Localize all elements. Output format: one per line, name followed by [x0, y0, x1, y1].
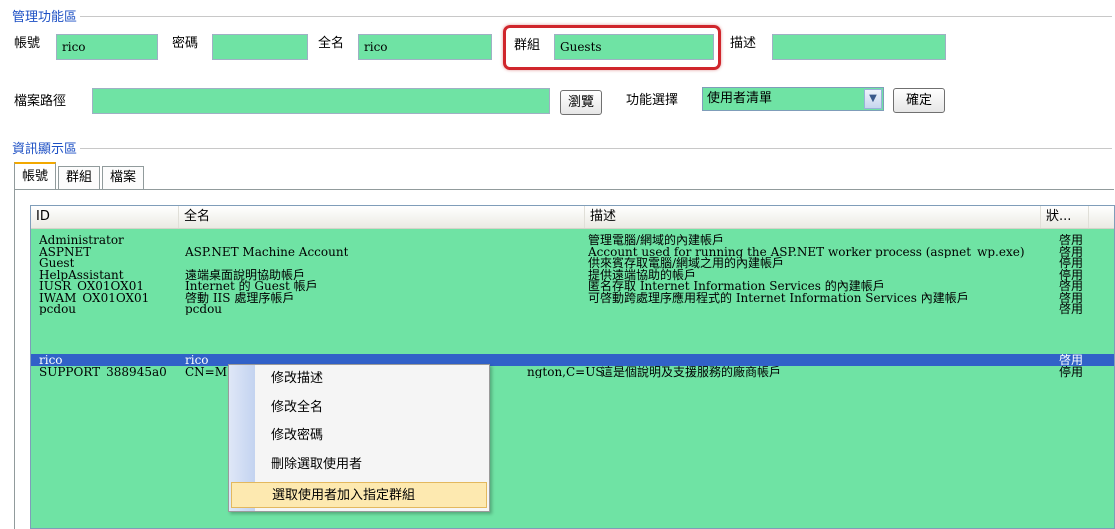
cell-fullname: 啓動 IIS 處理序帳戶	[185, 291, 295, 304]
cell-description: 這是個說明及支援服務的廠商帳戶	[601, 365, 782, 378]
table-row[interactable]: IUSR_OX01OX01 Internet 的 Guest 帳戶 匿名存取 I…	[31, 280, 1114, 292]
account-label: 帳號	[14, 36, 41, 51]
cell-id: Administrator	[39, 234, 124, 246]
admin-group-title: 管理功能區	[12, 6, 81, 25]
cell-description: 提供遠端協助的帳戶	[588, 268, 697, 281]
cell-description: 管理電腦/網域的內建帳戶	[588, 234, 725, 246]
table-row[interactable]: pcdou pcdou 啓用	[31, 303, 1114, 315]
cell-id: SUPPORT_388945a0	[39, 365, 167, 378]
table-row[interactable]: Administrator 管理電腦/網域的內建帳戶 啓用	[31, 234, 1114, 246]
cell-id: ASPNET	[39, 245, 92, 258]
cell-description: 匿名存取 Internet Information Services 的內建帳戶	[588, 280, 885, 292]
cell-id: HelpAssistant	[39, 268, 124, 281]
menu-item-edit-description[interactable]: 修改描述	[255, 366, 487, 392]
password-field[interactable]	[212, 34, 308, 60]
menu-item-delete-user[interactable]: 刪除選取使用者	[255, 452, 487, 478]
chevron-down-icon[interactable]: ▼	[864, 89, 882, 109]
cell-status: 啓用	[1059, 291, 1084, 304]
cell-status: 啓用	[1059, 234, 1084, 246]
cell-description: Account used for running the ASP.NET wor…	[588, 245, 1025, 258]
cell-description: 供來賓存取電腦/網域之用的內建帳戶	[588, 257, 785, 269]
menu-item-add-user-to-group[interactable]: 選取使用者加入指定群組	[231, 482, 487, 508]
cell-status: 啓用	[1059, 280, 1084, 292]
table-row[interactable]: SUPPORT_388945a0 CN=M ngton,C=US 這是個說明及支…	[31, 366, 1114, 378]
cell-id: pcdou	[39, 303, 77, 315]
cell-id: Guest	[39, 257, 75, 269]
tab-file[interactable]: 檔案	[102, 166, 145, 190]
admin-group-border	[12, 16, 1112, 17]
info-group-title: 資訊顯示區	[12, 138, 81, 157]
table-row[interactable]: Guest 供來賓存取電腦/網域之用的內建帳戶 停用	[31, 257, 1114, 269]
cell-status: 啓用	[1059, 354, 1084, 366]
function-selected-value: 使用者清單	[707, 91, 773, 106]
column-header-description[interactable]: 描述	[585, 206, 1041, 228]
cell-fullname: 遠端桌面說明協助帳戶	[185, 268, 306, 281]
user-list[interactable]: ID 全名 描述 狀... Administrator 管理電腦/網域的內建帳戶…	[30, 205, 1115, 529]
cell-id: IUSR_OX01OX01	[39, 280, 144, 292]
browse-button[interactable]: 瀏覽	[560, 90, 602, 115]
password-label: 密碼	[172, 36, 199, 51]
group-label: 群組	[514, 38, 541, 53]
table-row[interactable]: HelpAssistant 遠端桌面說明協助帳戶 提供遠端協助的帳戶 停用	[31, 269, 1114, 281]
cell-status: 停用	[1059, 268, 1084, 281]
table-row-selected[interactable]: rico rico 啓用	[31, 354, 1114, 366]
description-label: 描述	[730, 36, 757, 51]
table-row[interactable]: ASPNET ASP.NET Machine Account Account u…	[31, 246, 1114, 258]
cell-id: IWAM_OX01OX01	[39, 291, 150, 304]
tab-account[interactable]: 帳號	[14, 162, 57, 190]
account-field[interactable]: rico	[56, 34, 158, 60]
cell-fullname-tail: ngton,C=US	[527, 365, 604, 378]
fullname-field[interactable]: rico	[358, 34, 492, 60]
confirm-button[interactable]: 確定	[893, 88, 945, 113]
group-field[interactable]: Guests	[554, 34, 714, 60]
menu-item-change-password[interactable]: 修改密碼	[255, 423, 487, 449]
cell-status: 停用	[1059, 365, 1084, 378]
function-select[interactable]: 使用者清單 ▼	[702, 87, 884, 111]
fullname-label: 全名	[318, 36, 345, 51]
column-header-status[interactable]: 狀...	[1041, 206, 1089, 228]
info-group-border	[12, 148, 1112, 149]
description-field[interactable]	[772, 34, 946, 60]
tab-group[interactable]: 群組	[58, 166, 101, 190]
cell-fullname: ASP.NET Machine Account	[185, 245, 349, 258]
cell-fullname: Internet 的 Guest 帳戶	[185, 280, 318, 292]
cell-fullname: pcdou	[185, 303, 223, 315]
cell-fullname: CN=M	[185, 365, 228, 378]
function-label: 功能選擇	[626, 93, 679, 108]
filepath-label: 檔案路徑	[14, 94, 67, 109]
context-menu: 修改描述 修改全名 修改密碼 刪除選取使用者 選取使用者加入指定群組	[228, 364, 490, 512]
list-header: ID 全名 描述 狀...	[31, 206, 1114, 229]
column-header-id[interactable]: ID	[31, 206, 179, 228]
cell-description: 可啓動跨處理序應用程式的 Internet Information Servic…	[588, 291, 969, 304]
cell-status: 啓用	[1059, 303, 1084, 315]
table-row[interactable]: IWAM_OX01OX01 啓動 IIS 處理序帳戶 可啓動跨處理序應用程式的 …	[31, 292, 1114, 304]
cell-status: 停用	[1059, 257, 1084, 269]
cell-fullname: rico	[185, 354, 209, 366]
cell-status: 啓用	[1059, 245, 1084, 258]
tab-bar: 帳號 群組 檔案	[14, 162, 146, 190]
column-header-fullname[interactable]: 全名	[179, 206, 585, 228]
cell-id: rico	[39, 354, 63, 366]
filepath-field[interactable]	[92, 88, 550, 114]
menu-item-edit-fullname[interactable]: 修改全名	[255, 395, 487, 421]
